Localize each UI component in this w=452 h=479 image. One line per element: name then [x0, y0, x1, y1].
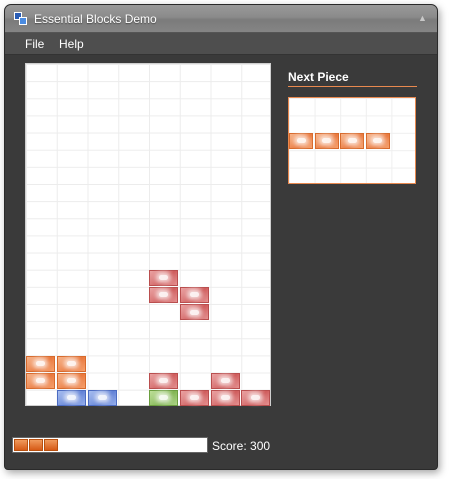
next-piece-block — [340, 132, 365, 149]
board-block-orange — [56, 355, 86, 372]
menu-help[interactable]: Help — [59, 37, 84, 51]
title-bar[interactable]: Essential Blocks Demo ▲ — [5, 5, 437, 33]
board-block-red — [149, 286, 178, 303]
window-title: Essential Blocks Demo — [34, 12, 157, 26]
board-block-red — [241, 389, 271, 406]
board-block-red — [149, 372, 178, 389]
progress-segment — [44, 439, 58, 451]
board-block-green — [149, 389, 178, 406]
chevron-up-icon[interactable]: ▲ — [417, 13, 428, 24]
menu-bar: File Help — [5, 33, 437, 55]
board-block-red — [149, 269, 178, 286]
progress-segment — [14, 439, 28, 451]
board-block-red — [210, 372, 240, 389]
board-block-orange — [26, 372, 55, 389]
menu-file[interactable]: File — [25, 37, 44, 51]
next-piece-title: Next Piece — [288, 70, 349, 84]
next-piece-block — [289, 132, 313, 149]
board-block-blue — [56, 389, 86, 406]
board-block-red — [179, 389, 209, 406]
board-block-red — [179, 304, 209, 321]
next-piece-block — [365, 132, 390, 149]
score-label: Score: 300 — [212, 439, 271, 453]
app-blocks-icon — [14, 12, 27, 25]
board-block-red — [179, 286, 209, 303]
level-progress-bar — [12, 437, 208, 453]
board-block-blue — [87, 389, 117, 406]
next-piece-divider — [288, 86, 417, 87]
game-board[interactable] — [25, 63, 271, 406]
progress-segment — [29, 439, 43, 451]
next-piece-preview — [288, 97, 416, 184]
next-piece-block — [314, 132, 339, 149]
board-block-red — [210, 389, 240, 406]
board-block-orange — [26, 355, 55, 372]
board-block-orange — [56, 372, 86, 389]
